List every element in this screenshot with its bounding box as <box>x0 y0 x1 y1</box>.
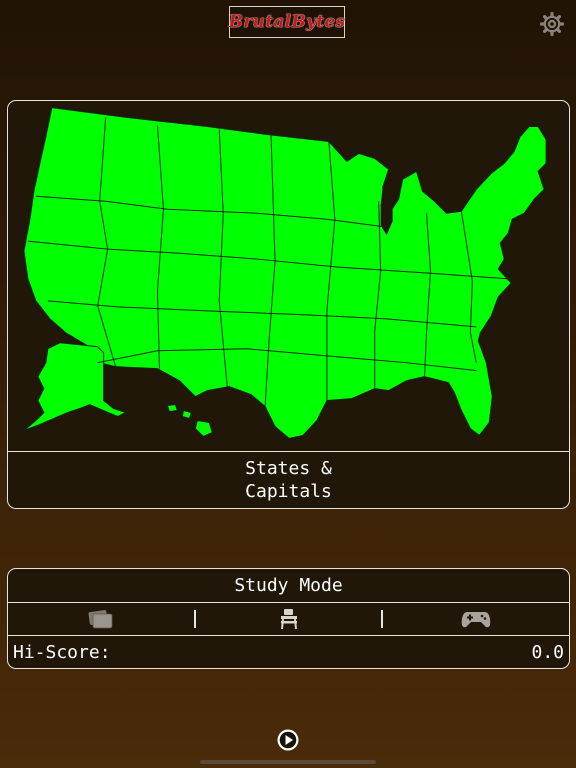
hawaii-shape-3 <box>194 419 213 437</box>
states-capitals-card[interactable]: States & Capitals <box>7 100 570 509</box>
caption-line-1: States & <box>245 458 332 479</box>
school-desk-mode-button[interactable] <box>196 603 382 635</box>
hawaii-shape-1 <box>166 404 178 413</box>
usa-map-image <box>23 107 547 439</box>
brand-logo-text: BrutalBytes <box>228 12 346 32</box>
hiscore-value: 0.0 <box>531 641 564 663</box>
gamepad-icon <box>461 612 491 628</box>
mode-selector <box>8 603 569 636</box>
states-capitals-caption: States & Capitals <box>8 451 569 508</box>
game-mode-button[interactable] <box>383 603 569 635</box>
play-circle-icon[interactable] <box>276 728 300 752</box>
flashcards-icon <box>88 610 113 629</box>
hiscore-row: Hi-Score: 0.0 <box>8 636 569 668</box>
hiscore-label: Hi-Score: <box>13 641 111 663</box>
flashcards-mode-button[interactable] <box>8 603 194 635</box>
caption-line-2: Capitals <box>245 481 332 502</box>
hawaii-shape-2 <box>181 410 192 419</box>
study-mode-panel: Study Mode Hi-Score: 0.0 <box>7 568 570 669</box>
home-indicator <box>200 760 376 764</box>
study-mode-title[interactable]: Study Mode <box>8 569 569 603</box>
brand-logo: BrutalBytes <box>229 6 345 38</box>
gear-icon[interactable] <box>539 11 565 37</box>
school-desk-icon <box>280 609 297 630</box>
